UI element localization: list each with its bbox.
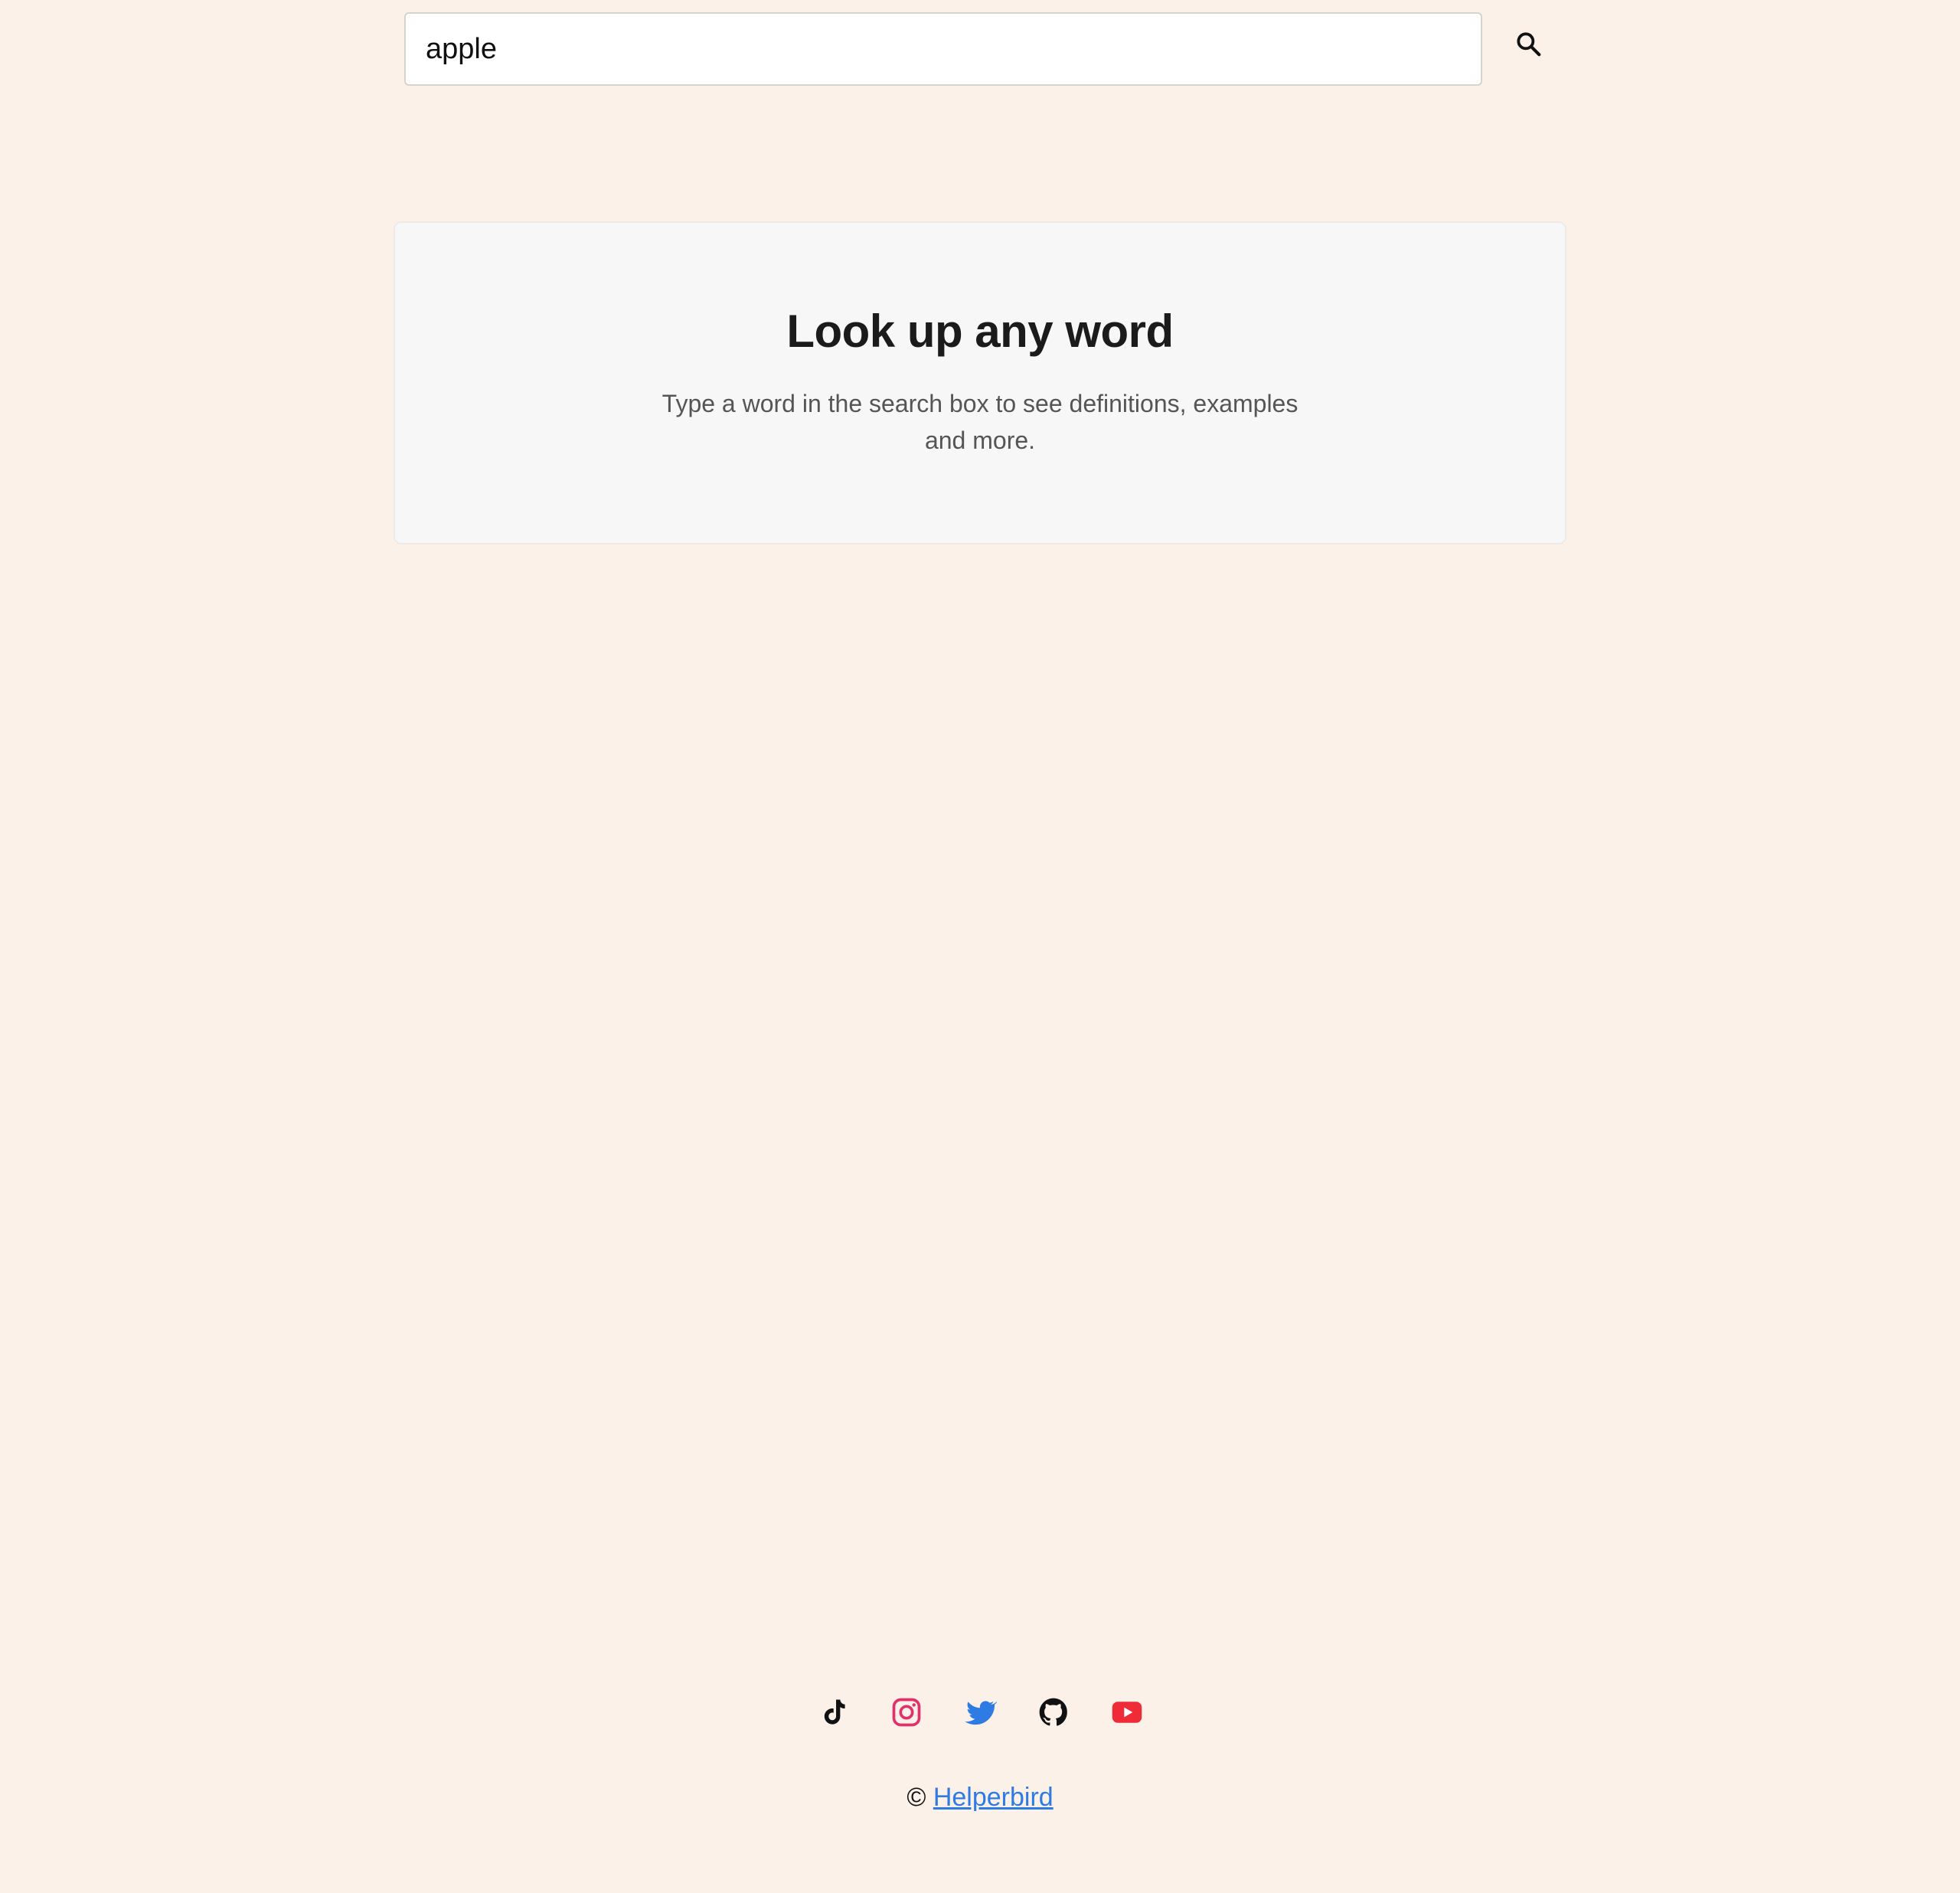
youtube-link[interactable]	[1106, 1692, 1148, 1735]
helperbird-link[interactable]: Helperbird	[933, 1783, 1054, 1812]
search-input[interactable]	[404, 12, 1482, 86]
tiktok-icon	[816, 1695, 850, 1733]
instagram-icon	[890, 1695, 923, 1733]
card-title: Look up any word	[786, 306, 1174, 357]
copyright-symbol: ©	[906, 1783, 926, 1812]
empty-state-card: Look up any word Type a word in the sear…	[394, 221, 1566, 544]
youtube-icon	[1110, 1695, 1144, 1733]
twitter-icon	[963, 1695, 998, 1733]
tiktok-link[interactable]	[812, 1692, 854, 1735]
search-button[interactable]	[1507, 23, 1550, 66]
instagram-link[interactable]	[885, 1692, 928, 1735]
card-subtitle: Type a word in the search box to see def…	[662, 390, 1298, 454]
github-icon	[1037, 1695, 1070, 1733]
social-links	[0, 1692, 1960, 1735]
search-icon	[1514, 29, 1543, 60]
search-bar	[404, 12, 1550, 86]
copyright: © Helperbird	[0, 1783, 1960, 1813]
github-link[interactable]	[1032, 1692, 1075, 1735]
twitter-link[interactable]	[959, 1692, 1001, 1735]
